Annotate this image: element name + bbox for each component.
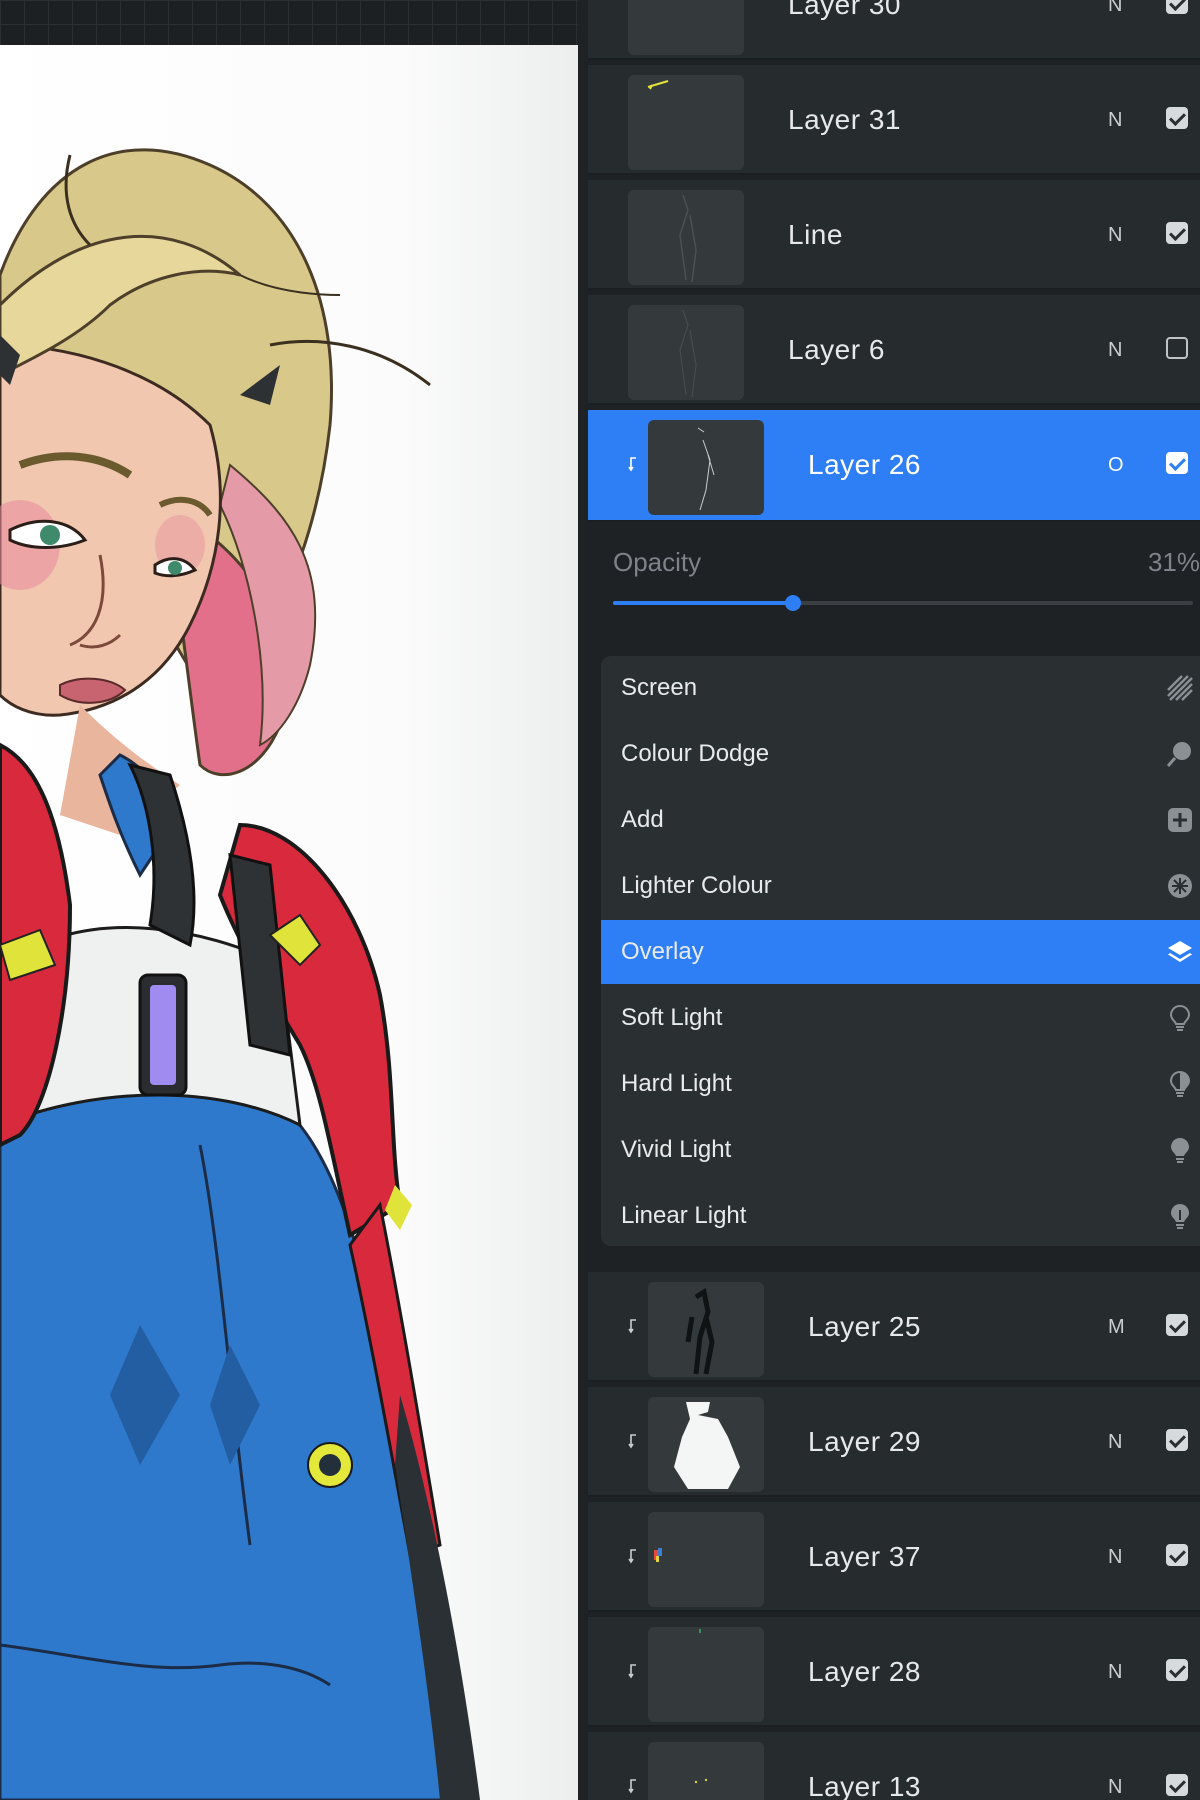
layer-visibility-checkbox[interactable] xyxy=(1166,1544,1188,1566)
layer-visibility-checkbox[interactable] xyxy=(1166,0,1188,14)
clipping-mask-icon xyxy=(628,456,638,472)
layer-name: Layer 30 xyxy=(788,0,901,20)
layer-name: Layer 37 xyxy=(808,1541,921,1572)
hard-light-bulb-icon xyxy=(1169,1070,1191,1097)
clipping-mask-icon xyxy=(628,1548,638,1564)
layer-visibility-checkbox[interactable] xyxy=(1166,1774,1188,1796)
layer-blend-mode[interactable]: O xyxy=(1108,410,1124,520)
layer-name: Layer 29 xyxy=(808,1426,921,1457)
opacity-slider-handle[interactable] xyxy=(784,595,801,611)
layer-blend-mode[interactable]: N xyxy=(1108,180,1122,290)
layer-thumbnail xyxy=(648,1282,764,1377)
layer-blend-mode[interactable]: N xyxy=(1108,1502,1122,1612)
layer-visibility-checkbox[interactable] xyxy=(1166,222,1188,244)
layer-name: Layer 26 xyxy=(808,449,921,480)
layer-visibility-checkbox[interactable] xyxy=(1166,1659,1188,1681)
layer-thumbnail xyxy=(648,1512,764,1607)
layer-name: Layer 25 xyxy=(808,1311,921,1342)
colour-dodge-icon xyxy=(1166,742,1191,767)
blend-mode-label: Lighter Colour xyxy=(621,872,772,899)
layer-visibility-checkbox[interactable] xyxy=(1166,107,1188,129)
layer-visibility-checkbox[interactable] xyxy=(1166,1429,1188,1451)
blend-mode-label: Screen xyxy=(621,674,698,701)
layer-blend-mode[interactable]: N xyxy=(1108,1732,1122,1800)
opacity-label: Opacity xyxy=(613,547,702,577)
blend-mode-screen[interactable]: Screen xyxy=(601,656,1200,720)
soft-light-bulb-icon xyxy=(1169,1004,1191,1031)
blend-mode-label: Add xyxy=(621,806,664,833)
layer-row[interactable]: Layer 30 N xyxy=(588,0,1200,60)
blend-mode-overlay[interactable]: Overlay xyxy=(601,920,1200,984)
layer-visibility-checkbox[interactable] xyxy=(1166,337,1188,359)
layer-row[interactable]: Layer 37 N xyxy=(588,1502,1200,1612)
blend-mode-linear-light[interactable]: Linear Light xyxy=(601,1184,1200,1246)
layer-row[interactable]: Layer 25 M xyxy=(588,1272,1200,1382)
blend-mode-label: Linear Light xyxy=(621,1202,747,1229)
clipping-mask-icon xyxy=(628,1778,638,1794)
layer-blend-mode[interactable]: N xyxy=(1108,65,1122,175)
blend-mode-label: Hard Light xyxy=(621,1070,732,1097)
layer-name: Layer 31 xyxy=(788,104,901,135)
lighter-colour-icon xyxy=(1168,874,1192,898)
layer-thumbnail xyxy=(648,1742,764,1800)
layer-row[interactable]: Layer 28 N xyxy=(588,1617,1200,1727)
artwork-canvas[interactable] xyxy=(0,45,578,1800)
character-illustration xyxy=(0,148,480,1800)
layer-row[interactable]: Layer 6 N xyxy=(588,295,1200,405)
layer-visibility-checkbox[interactable] xyxy=(1166,1314,1188,1336)
layer-thumbnail xyxy=(628,0,744,55)
layer-row[interactable]: Layer 13 N xyxy=(588,1732,1200,1800)
vivid-light-bulb-icon xyxy=(1171,1138,1189,1163)
layer-thumbnail xyxy=(648,1627,764,1722)
canvas-area[interactable] xyxy=(0,0,578,1800)
screen-hatch-icon xyxy=(1167,675,1193,701)
layer-thumbnail xyxy=(628,190,744,285)
opacity-control: Opacity 31% xyxy=(588,522,1200,652)
linear-light-bulb-icon xyxy=(1171,1204,1189,1229)
blend-mode-add[interactable]: Add xyxy=(601,788,1200,852)
blend-mode-label: Colour Dodge xyxy=(621,740,770,767)
clipping-mask-icon xyxy=(628,1318,638,1334)
layer-thumbnail xyxy=(648,1397,764,1492)
layer-name: Layer 13 xyxy=(808,1771,921,1800)
blend-mode-colour-dodge[interactable]: Colour Dodge xyxy=(601,722,1200,786)
blend-mode-label: Vivid Light xyxy=(621,1136,732,1163)
blend-mode-lighter-colour[interactable]: Lighter Colour xyxy=(601,854,1200,918)
layer-row[interactable]: Layer 31 N xyxy=(588,65,1200,175)
add-plus-icon xyxy=(1168,808,1192,832)
blend-mode-label: Soft Light xyxy=(621,1004,723,1031)
blend-mode-menu: Screen Colour Dodge Add Lighter Colour O… xyxy=(601,656,1200,1246)
layer-thumbnail xyxy=(628,75,744,170)
layer-thumbnail xyxy=(648,420,764,515)
layer-name: Layer 6 xyxy=(788,334,885,365)
layer-row[interactable]: Layer 29 N xyxy=(588,1387,1200,1497)
layer-blend-mode[interactable]: N xyxy=(1108,0,1122,60)
layer-blend-mode[interactable]: N xyxy=(1108,1387,1122,1497)
layer-blend-mode[interactable]: N xyxy=(1108,295,1122,405)
blend-mode-label: Overlay xyxy=(621,938,704,965)
clipping-mask-icon xyxy=(628,1433,638,1449)
layer-blend-mode[interactable]: M xyxy=(1108,1272,1125,1382)
clipping-mask-icon xyxy=(628,1663,638,1679)
layer-thumbnail xyxy=(628,305,744,400)
opacity-slider[interactable] xyxy=(613,595,1193,611)
layer-row-selected[interactable]: Layer 26 O xyxy=(588,410,1200,522)
overlay-layers-icon xyxy=(1168,941,1192,962)
blend-mode-hard-light[interactable]: Hard Light xyxy=(601,1052,1200,1116)
layer-row[interactable]: Line N xyxy=(588,180,1200,290)
blend-mode-vivid-light[interactable]: Vivid Light xyxy=(601,1118,1200,1182)
layers-panel: Layer 30 N Layer 31 N Line N Layer 6 N L… xyxy=(578,0,1200,1800)
layer-name: Line xyxy=(788,219,843,250)
layer-name: Layer 28 xyxy=(808,1656,921,1687)
opacity-slider-fill xyxy=(613,601,793,605)
layer-visibility-checkbox[interactable] xyxy=(1166,452,1188,474)
opacity-value: 31% xyxy=(1147,547,1200,577)
layer-blend-mode[interactable]: N xyxy=(1108,1617,1122,1727)
blend-mode-soft-light[interactable]: Soft Light xyxy=(601,986,1200,1050)
